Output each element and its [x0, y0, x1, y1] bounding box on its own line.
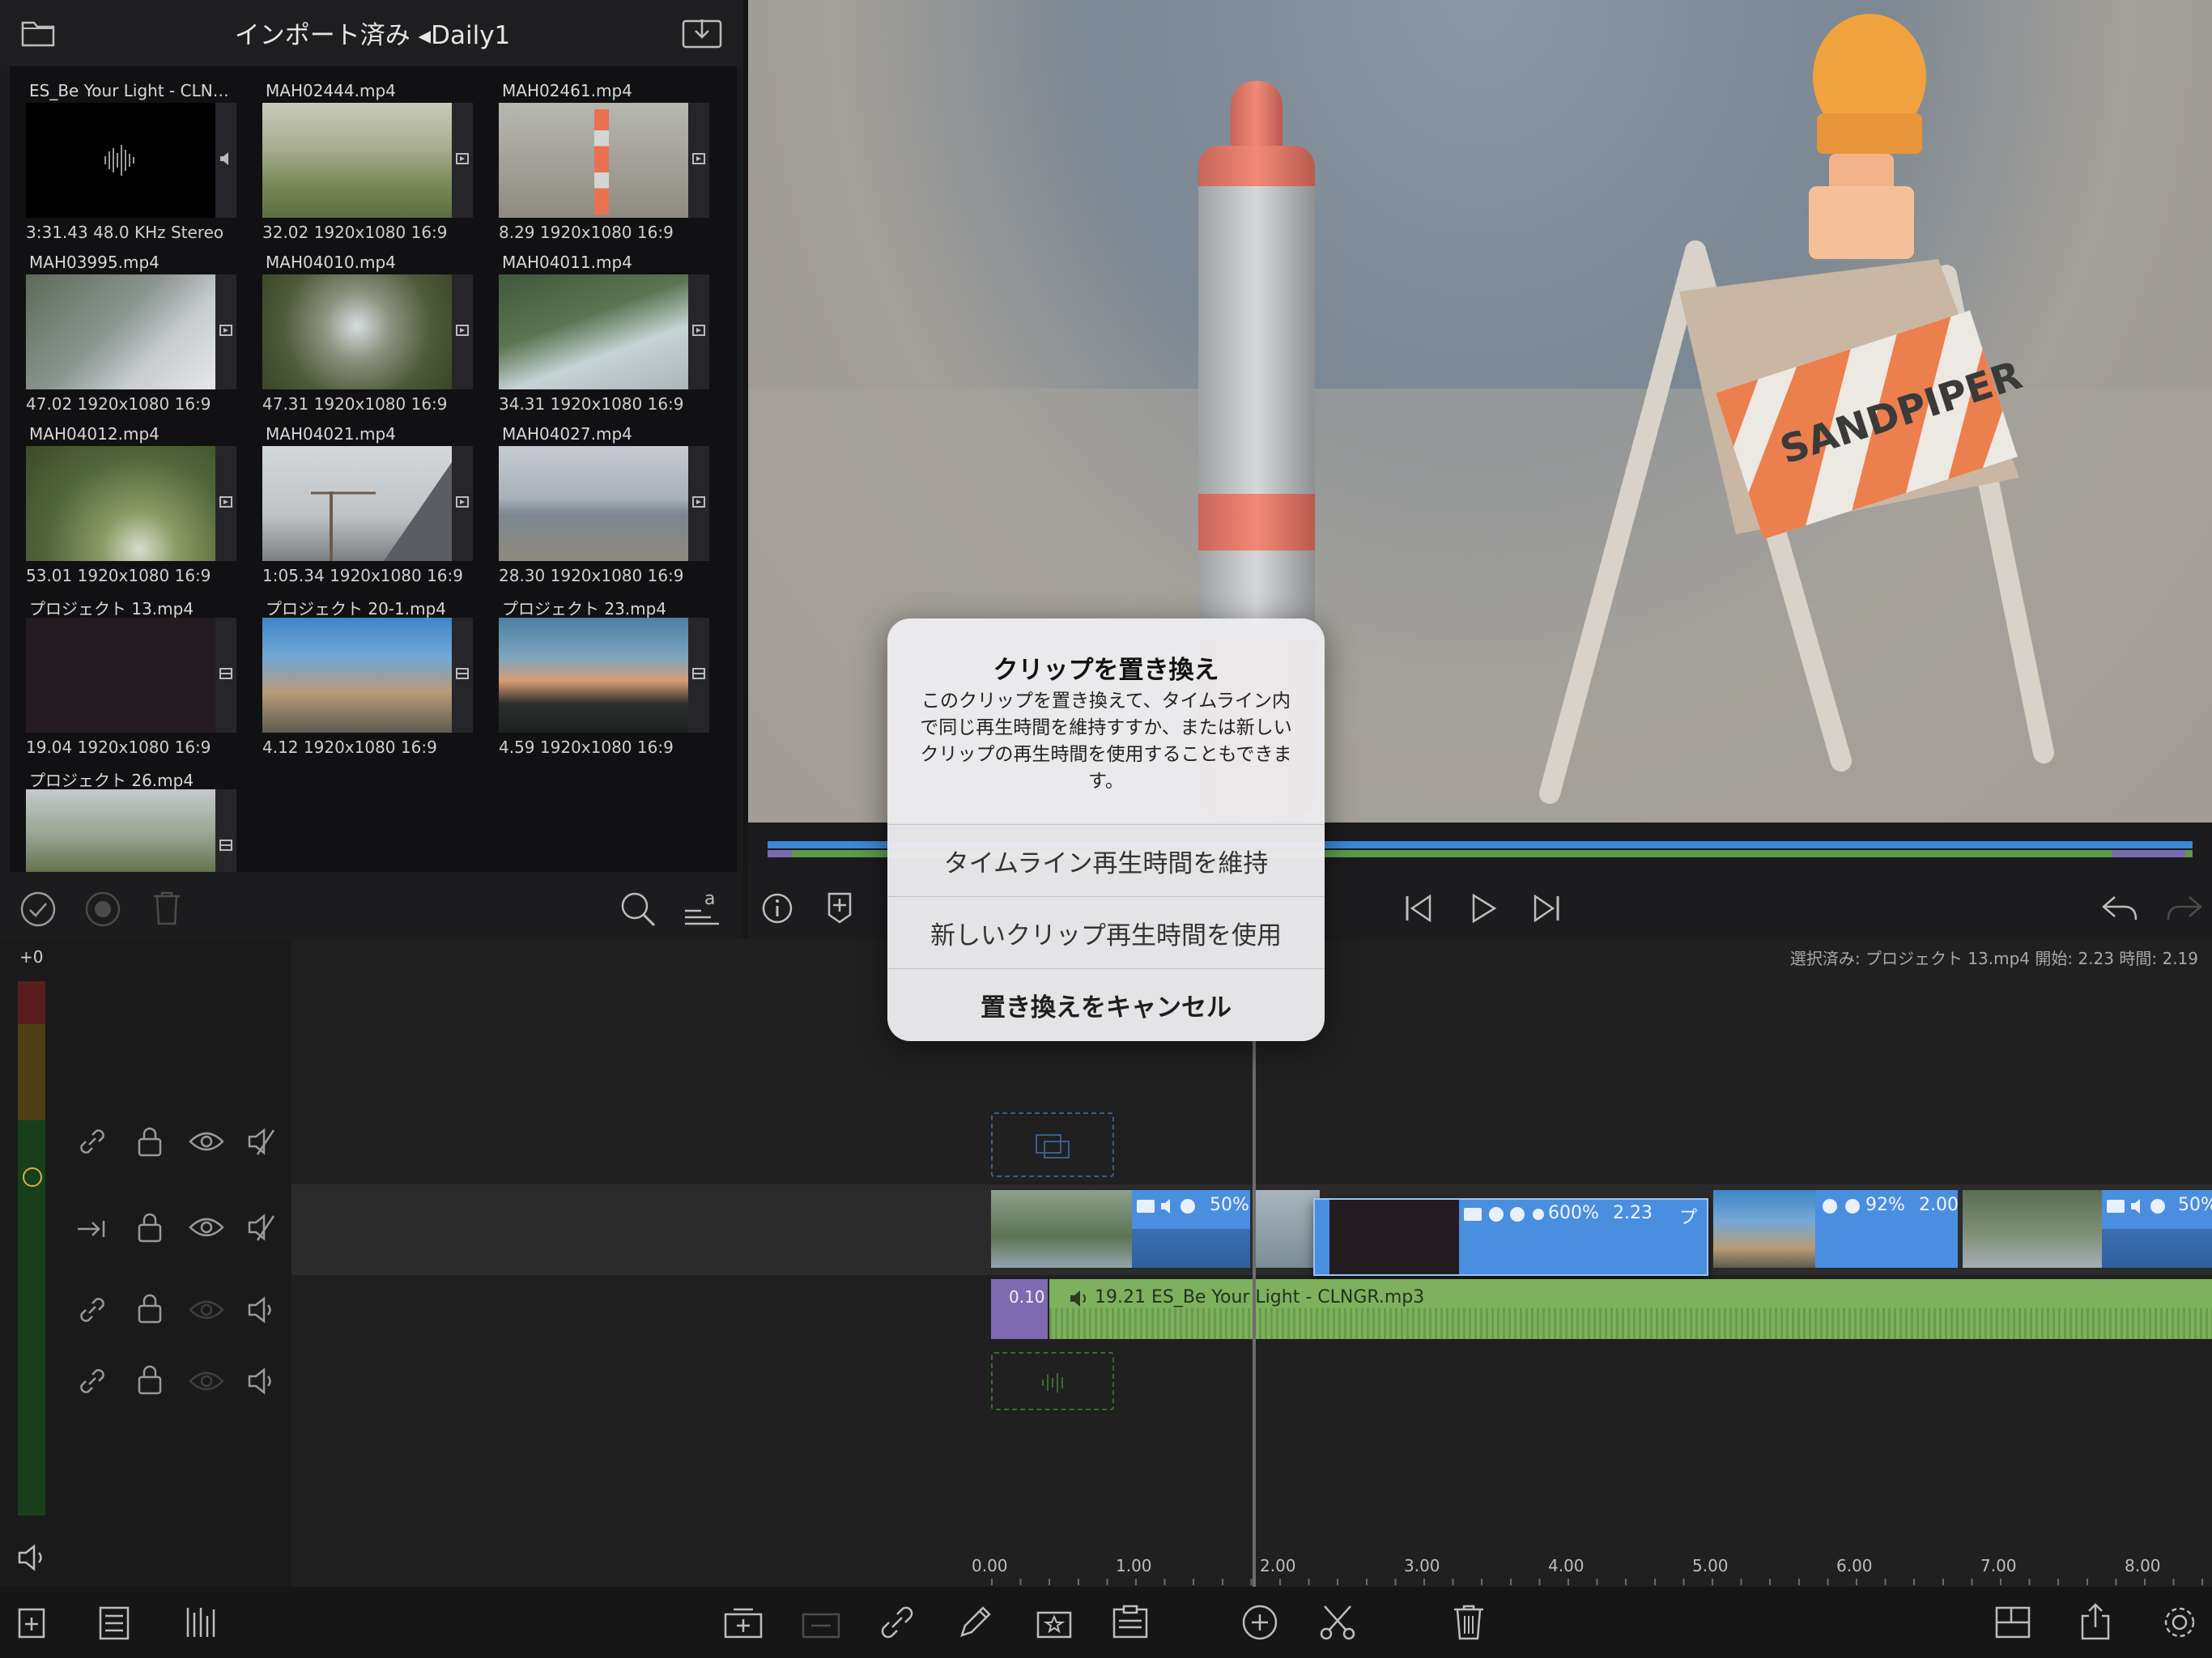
keep-timeline-duration-button[interactable]: タイムライン再生時間を維持 [887, 824, 1325, 896]
dialog-title: クリップを置き換え [993, 656, 1219, 685]
use-new-clip-duration-button[interactable]: 新しいクリップ再生時間を使用 [887, 896, 1325, 968]
cancel-replace-button[interactable]: 置き換えをキャンセル [887, 968, 1325, 1040]
dialog-message: このクリップを置き換えて、タイムライン内で同じ再生時間を維持すすか、または新しい… [920, 691, 1292, 792]
replace-clip-dialog: クリップを置き換え このクリップを置き換えて、タイムライン内で同じ再生時間を維持… [887, 619, 1325, 1041]
